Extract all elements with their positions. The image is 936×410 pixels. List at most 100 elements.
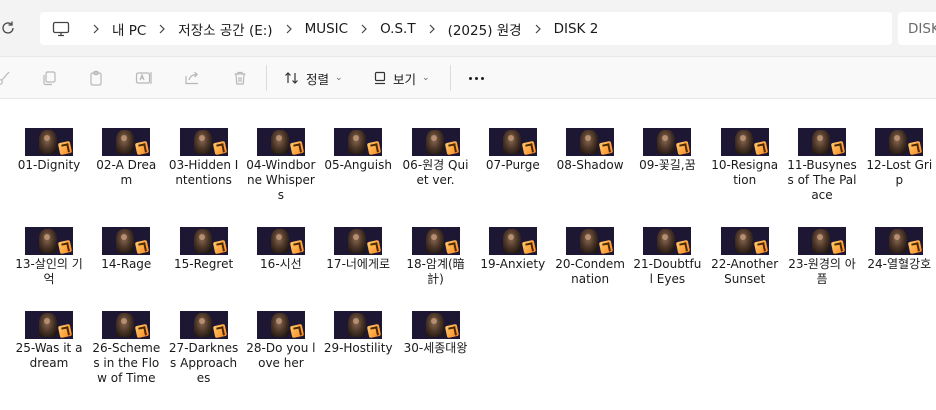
sort-label: 정렬	[306, 71, 330, 87]
album-art-thumbnail	[102, 128, 151, 156]
album-art-thumbnail	[256, 128, 305, 156]
chevron-down-icon: ⌄	[422, 73, 430, 83]
audio-file-icon	[753, 239, 768, 255]
file-name: 24-열혈강호	[867, 257, 932, 271]
file-name: 29-Hostility	[323, 341, 393, 355]
album-art-thumbnail	[25, 128, 73, 156]
album-art-thumbnail	[798, 128, 846, 156]
trash-icon	[234, 71, 246, 85]
album-art-thumbnail	[179, 128, 228, 156]
more-button[interactable]	[464, 65, 488, 91]
rename-button[interactable]	[130, 65, 158, 91]
view-label: 보기	[393, 71, 417, 87]
file-name: 27-Darkness Approaches	[168, 341, 239, 385]
audio-file-icon	[212, 140, 227, 156]
audio-file-icon	[676, 239, 691, 255]
refresh-button[interactable]	[0, 13, 22, 43]
chevron-right-icon[interactable]	[82, 12, 110, 45]
breadcrumb-ost[interactable]: O.S.T	[378, 12, 417, 45]
file-name: 19-Anxiety	[480, 257, 546, 271]
toolbar-divider	[450, 65, 451, 91]
file-name: 25-Was it a dream	[15, 341, 83, 370]
file-name: 07-Purge	[485, 158, 540, 172]
audio-file-icon	[444, 323, 459, 339]
address-bar[interactable]: 내 PC 저장소 공간 (E:) MUSIC O.S.T (2025) 원경 D…	[40, 12, 892, 45]
chevron-down-icon: ⌄	[335, 73, 343, 83]
rename-icon	[135, 72, 152, 84]
file-name: 30-세종대왕	[403, 341, 468, 355]
chevron-right-icon[interactable]	[418, 12, 446, 45]
audio-file-icon	[753, 140, 768, 156]
breadcrumb-drive[interactable]: 저장소 공간 (E:)	[176, 12, 274, 45]
delete-button[interactable]	[226, 65, 254, 91]
audio-file-icon	[908, 140, 923, 156]
album-art-thumbnail	[411, 128, 460, 156]
file-name: 12-Lost Grip	[866, 158, 933, 187]
address-row: 내 PC 저장소 공간 (E:) MUSIC O.S.T (2025) 원경 D…	[0, 0, 936, 56]
sort-button[interactable]: 정렬 ⌄	[284, 65, 343, 91]
more-icon	[468, 76, 484, 80]
breadcrumb-music[interactable]: MUSIC	[303, 12, 351, 45]
album-art-thumbnail	[334, 128, 383, 156]
view-icon	[374, 71, 386, 85]
computer-icon[interactable]	[40, 12, 82, 45]
audio-file-icon	[521, 140, 536, 156]
chevron-right-icon[interactable]	[275, 12, 303, 45]
audio-file-icon	[830, 140, 846, 156]
file-name: 09-꽃길,꿈	[639, 158, 696, 172]
paste-button[interactable]	[82, 65, 110, 91]
audio-file-icon	[135, 239, 150, 255]
chevron-right-icon[interactable]	[524, 12, 552, 45]
share-icon	[185, 71, 199, 85]
album-art-thumbnail	[334, 227, 383, 255]
album-art-thumbnail	[411, 227, 460, 255]
file-name: 02-A Dream	[96, 158, 157, 187]
file-name: 17-너에게로	[326, 257, 391, 271]
album-art-thumbnail	[179, 227, 228, 255]
sort-icon	[285, 72, 298, 84]
file-name: 11-Busyness of The Palace	[787, 158, 857, 202]
album-art-thumbnail	[643, 128, 692, 156]
breadcrumb-pc[interactable]: 내 PC	[110, 12, 148, 45]
audio-file-icon	[57, 239, 73, 255]
album-art-thumbnail	[875, 128, 924, 156]
audio-file-icon	[444, 239, 459, 255]
album-art-thumbnail	[566, 128, 615, 156]
audio-file-icon	[289, 140, 305, 156]
command-bar: 정렬 ⌄ 보기 ⌄	[0, 56, 936, 99]
album-art-thumbnail	[334, 311, 383, 339]
file-name: 22-AnotherSunset	[711, 257, 779, 286]
file-name: 04-Windborne Whispers	[246, 158, 316, 202]
album-art-thumbnail	[798, 227, 846, 255]
cut-button[interactable]	[0, 65, 18, 91]
breadcrumb-disk[interactable]: DISK 2	[552, 12, 601, 45]
file-name: 18-암계(暗計)	[406, 257, 465, 286]
album-art-thumbnail	[25, 227, 73, 255]
view-button[interactable]: 보기 ⌄	[373, 65, 430, 91]
audio-file-icon	[908, 239, 923, 255]
paste-icon	[90, 70, 102, 86]
refresh-icon	[2, 21, 14, 34]
album-art-thumbnail	[720, 227, 769, 255]
audio-file-icon	[212, 239, 227, 255]
chevron-right-icon[interactable]	[350, 12, 378, 45]
file-name: 20-Condemnation	[555, 257, 625, 286]
copy-button[interactable]	[35, 65, 63, 91]
album-art-thumbnail	[566, 227, 615, 255]
file-name: 05-Anguish	[324, 158, 392, 172]
breadcrumb-album[interactable]: (2025) 원경	[446, 12, 524, 45]
chevron-right-icon[interactable]	[148, 12, 176, 45]
audio-file-icon	[598, 140, 614, 156]
file-name: 06-원경 Quiet ver.	[402, 158, 469, 187]
share-button[interactable]	[178, 65, 206, 91]
audio-file-icon	[57, 323, 73, 339]
audio-file-icon	[367, 239, 382, 255]
album-art-thumbnail	[256, 227, 305, 255]
file-name: 21-Doubtful Eyes	[633, 257, 702, 286]
search-input[interactable]: DISK	[898, 12, 936, 45]
audio-file-icon	[289, 239, 305, 255]
file-name: 26-Schemes in the Flow of Time	[92, 341, 161, 385]
file-name: 03-Hidden Intentions	[168, 158, 239, 187]
album-art-thumbnail	[102, 227, 151, 255]
audio-file-icon	[598, 239, 614, 255]
